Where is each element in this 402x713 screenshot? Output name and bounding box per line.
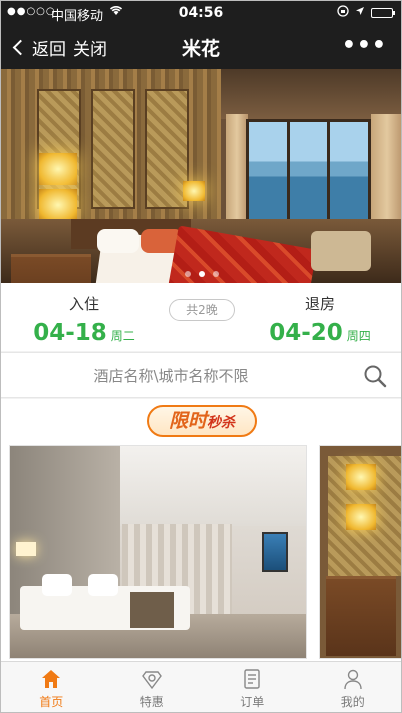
hotel-search-bar[interactable]: 酒店名称\城市名称不限	[1, 352, 401, 398]
search-input[interactable]: 酒店名称\城市名称不限	[1, 365, 341, 386]
checkout-date-picker[interactable]: 退房 04-20 周四	[245, 293, 395, 346]
flash-sale-carousel[interactable]	[1, 441, 401, 661]
tab-deals[interactable]: 特惠	[102, 662, 203, 712]
discount-icon	[141, 671, 162, 690]
flash-sale-section-header: 限时秒杀	[1, 399, 401, 441]
battery-icon	[371, 7, 395, 18]
app-frame: ●●○○○ 中国移动 04:56 返回 关闭 米花 ••• 入住 04-18 周…	[0, 0, 402, 713]
tab-profile[interactable]: 我的	[303, 662, 402, 712]
carousel-dot[interactable]	[199, 271, 205, 277]
carousel-indicator	[1, 271, 401, 277]
tab-orders[interactable]: 订单	[202, 662, 303, 712]
checkout-weekday: 周四	[346, 329, 371, 343]
location-arrow-icon	[355, 6, 365, 19]
checkin-weekday: 周二	[110, 329, 135, 343]
checkout-date: 04-20	[269, 320, 343, 346]
search-icon[interactable]	[363, 364, 387, 388]
home-icon	[42, 670, 61, 688]
date-selector[interactable]: 入住 04-18 周二 共2晚 退房 04-20 周四	[1, 283, 401, 351]
checkin-label: 入住	[68, 295, 99, 313]
more-menu-button[interactable]: •••	[342, 33, 387, 58]
bottom-tab-bar: 首页 特惠 订单 我的	[1, 661, 402, 712]
carousel-dot[interactable]	[185, 271, 191, 277]
hero-carousel[interactable]	[1, 69, 401, 283]
nights-count-badge: 共2晚	[169, 299, 235, 321]
orientation-lock-icon	[337, 5, 349, 20]
carousel-dot[interactable]	[213, 271, 219, 277]
flash-sale-badge[interactable]: 限时秒杀	[147, 405, 257, 437]
checkout-label: 退房	[304, 295, 335, 313]
checkin-date: 04-18	[33, 320, 107, 346]
checkin-date-picker[interactable]: 入住 04-18 周二	[9, 293, 159, 346]
flash-sale-title-sub: 秒杀	[207, 415, 235, 431]
tab-home[interactable]: 首页	[1, 662, 102, 712]
flash-sale-title-main: 限时	[168, 410, 207, 432]
tab-label: 我的	[340, 695, 365, 709]
tab-label: 特惠	[139, 695, 164, 709]
navigation-bar: 返回 关闭 米花 •••	[1, 25, 401, 69]
tab-label: 订单	[240, 695, 265, 709]
user-icon	[344, 669, 362, 690]
status-bar: ●●○○○ 中国移动 04:56	[1, 1, 401, 25]
status-right	[337, 5, 395, 20]
tab-label: 首页	[39, 695, 64, 709]
hotel-card[interactable]	[9, 445, 307, 659]
order-icon	[244, 669, 260, 689]
hotel-card[interactable]	[319, 445, 401, 659]
